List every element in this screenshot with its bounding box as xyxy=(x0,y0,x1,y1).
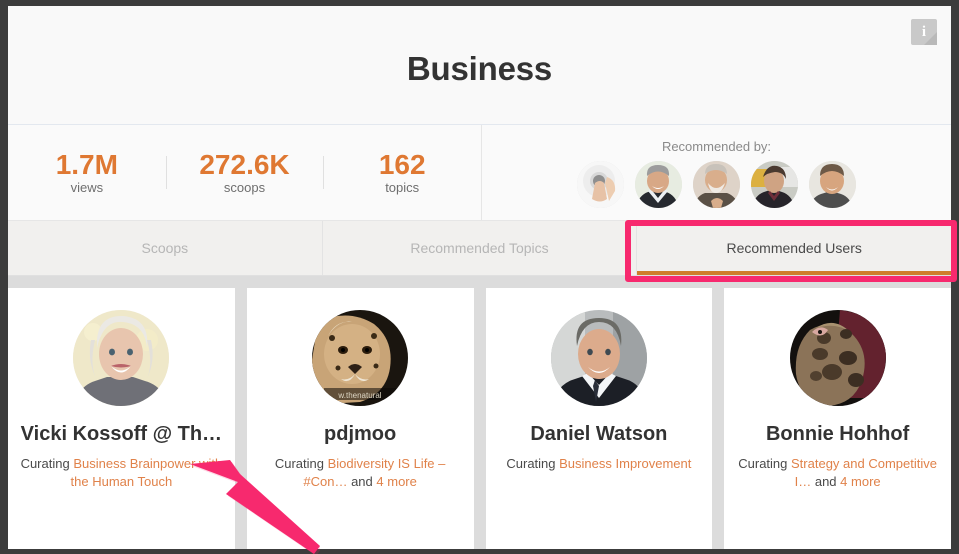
tab-recommended-users[interactable]: Recommended Users xyxy=(637,221,951,275)
recommended-by-avatars xyxy=(482,161,951,208)
user-description: Curating Strategy and Competitive I… and… xyxy=(724,455,951,492)
user-description: Curating Biodiversity IS Life – #Con… an… xyxy=(247,455,474,492)
info-icon[interactable]: i xyxy=(911,19,937,45)
user-name: Bonnie Hohhof xyxy=(765,423,910,445)
stat-scoops-label: scoops xyxy=(223,180,266,196)
stats-strip: 1.7M views 272.6K scoops 162 topics Reco… xyxy=(8,125,951,221)
content-separator xyxy=(8,276,951,288)
recommended-by-section: Recommended by: xyxy=(482,125,951,220)
stat-views: 1.7M views xyxy=(8,148,166,196)
avatar-recommender-5[interactable] xyxy=(809,161,856,208)
user-avatar[interactable] xyxy=(550,310,647,406)
and-label: and xyxy=(351,474,373,490)
user-name: pdjmoo xyxy=(324,423,397,445)
stat-views-value: 1.7M xyxy=(55,148,118,180)
screenshot-root: Business i 1.7M views 272.6K scoops 162 xyxy=(0,0,959,554)
user-topic-link[interactable]: Business Improvement xyxy=(559,456,691,471)
stat-views-label: views xyxy=(70,180,104,196)
user-name: Daniel Watson xyxy=(530,423,668,445)
tab-recommended-topics-label: Recommended Topics xyxy=(410,240,549,256)
curating-label: Curating xyxy=(506,456,556,471)
tab-recommended-users-label: Recommended Users xyxy=(726,240,862,256)
user-description: Curating Business Improvement xyxy=(486,455,713,473)
page-viewport: Business i 1.7M views 272.6K scoops 162 xyxy=(8,6,951,549)
stat-scoops-value: 272.6K xyxy=(199,148,290,180)
user-card[interactable]: Bonnie Hohhof Curating Strategy and Comp… xyxy=(724,288,951,549)
curating-label: Curating xyxy=(274,456,324,471)
topic-header: Business i xyxy=(8,6,951,125)
tab-recommended-topics[interactable]: Recommended Topics xyxy=(323,221,638,275)
tab-scoops-label: Scoops xyxy=(141,240,189,256)
page-title: Business xyxy=(406,50,553,87)
curating-label: Curating xyxy=(20,456,70,471)
user-avatar[interactable] xyxy=(73,310,170,406)
stat-topics-value: 162 xyxy=(378,148,426,180)
user-card[interactable]: Daniel Watson Curating Business Improvem… xyxy=(485,288,713,549)
user-more-link[interactable]: 4 more xyxy=(840,474,880,489)
user-avatar[interactable] xyxy=(789,310,886,406)
user-topic-link[interactable]: Biodiversity IS Life – #Con… xyxy=(303,456,445,489)
avatar-recommender-4[interactable] xyxy=(751,161,798,208)
user-name: Vicki Kossoff @ Th… xyxy=(20,423,223,445)
curating-label: Curating xyxy=(738,456,788,471)
recommended-users-grid: Vicki Kossoff @ Th… Curating Business Br… xyxy=(8,288,951,549)
stats-group: 1.7M views 272.6K scoops 162 topics xyxy=(8,125,482,220)
stat-topics: 162 topics xyxy=(323,148,481,196)
user-card[interactable]: w.thenatural pdjmoo Curating Biodiversit… xyxy=(246,288,474,549)
user-description: Curating Business Brainpower with the Hu… xyxy=(8,455,235,492)
and-label: and xyxy=(814,474,837,490)
recommended-by-label: Recommended by: xyxy=(661,139,772,154)
avatar-recommender-3[interactable] xyxy=(693,161,740,208)
stat-scoops: 272.6K scoops xyxy=(165,148,324,196)
stat-topics-label: topics xyxy=(385,180,420,196)
user-avatar[interactable]: w.thenatural xyxy=(312,310,409,406)
svg-text:w.thenatural: w.thenatural xyxy=(338,391,382,400)
avatar-recommender-1[interactable] xyxy=(577,161,624,208)
avatar-recommender-2[interactable] xyxy=(635,161,682,208)
info-icon-glyph: i xyxy=(921,23,927,40)
tab-scoops[interactable]: Scoops xyxy=(8,221,323,275)
tab-bar: Scoops Recommended Topics Recommended Us… xyxy=(8,221,951,276)
user-card[interactable]: Vicki Kossoff @ Th… Curating Business Br… xyxy=(8,288,235,549)
user-topic-link[interactable]: Business Brainpower with the Human Touch xyxy=(71,456,223,489)
user-more-link[interactable]: 4 more xyxy=(376,474,416,489)
